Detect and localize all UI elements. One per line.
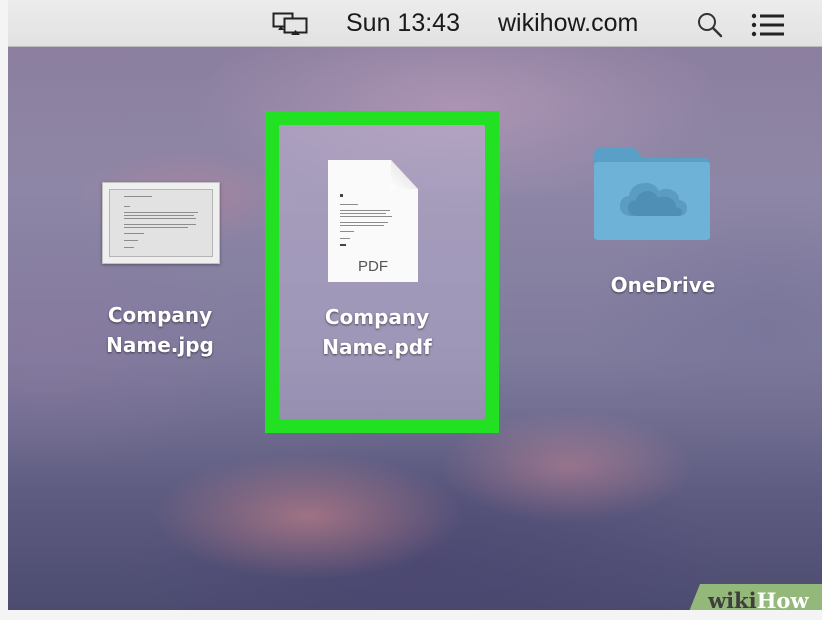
desktop-item-label: Company Name.jpg bbox=[106, 303, 214, 357]
menu-bar: Sun 13:43 wikihow.com bbox=[8, 0, 822, 47]
pdf-document-icon: PDF bbox=[328, 160, 418, 282]
desktop-item-label: Company Name.pdf bbox=[322, 305, 432, 359]
watermark-logo: wikiHow bbox=[708, 588, 809, 610]
onedrive-folder-icon bbox=[594, 148, 710, 240]
display-mirroring-icon[interactable] bbox=[272, 12, 308, 36]
menubar-site-label: wikihow.com bbox=[498, 9, 639, 37]
desktop-item-label: OneDrive bbox=[610, 273, 716, 297]
watermark-part1: wiki bbox=[708, 588, 757, 610]
jpg-image-file-icon bbox=[102, 182, 220, 264]
notification-center-icon[interactable] bbox=[751, 13, 785, 37]
search-icon[interactable] bbox=[696, 11, 724, 39]
watermark-part2: How bbox=[756, 588, 809, 610]
menubar-clock[interactable]: Sun 13:43 bbox=[346, 9, 460, 38]
screenshot-frame: Sun 13:43 wikihow.com Company Name.jpg P… bbox=[8, 0, 822, 610]
pdf-badge-label: PDF bbox=[358, 258, 388, 275]
